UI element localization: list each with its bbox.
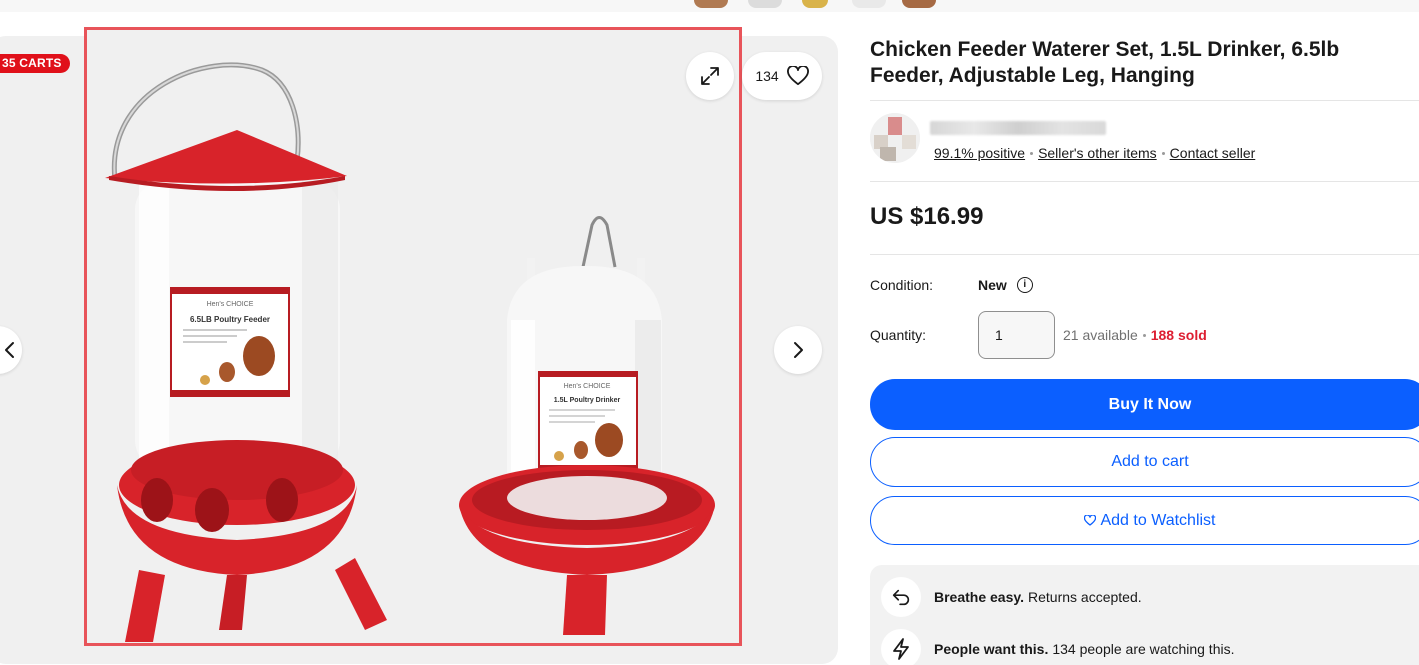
thumbnail-strip xyxy=(0,0,1419,12)
divider xyxy=(870,100,1419,101)
add-to-cart-button[interactable]: Add to cart xyxy=(870,437,1419,487)
promo-watching: People want this. 134 people are watchin… xyxy=(881,629,1234,665)
seller-avatar[interactable] xyxy=(870,113,920,163)
add-to-cart-label: Add to cart xyxy=(1111,453,1189,470)
condition-value-group: New i xyxy=(978,277,1033,293)
divider xyxy=(870,181,1419,182)
listing-page: 35 CARTS Hen's CHOICE 6.5LB Poultry Feed… xyxy=(0,0,1419,665)
main-product-image[interactable]: Hen's CHOICE 6.5LB Poultry Feeder Hen's … xyxy=(84,27,742,646)
quantity-input[interactable]: 1 xyxy=(978,311,1055,359)
heart-icon xyxy=(786,66,809,86)
drinker-label-title: 1.5L Poultry Drinker xyxy=(554,397,621,404)
promo-returns: Breathe easy. Returns accepted. xyxy=(881,577,1142,617)
promo-watching-bold: People want this. xyxy=(934,641,1049,657)
seller-name-redacted[interactable] xyxy=(930,121,1106,135)
chevron-right-icon xyxy=(794,342,803,358)
add-to-watchlist-button[interactable]: Add to Watchlist xyxy=(870,496,1419,545)
feeder-label-title: 6.5LB Poultry Feeder xyxy=(190,315,270,324)
promo-returns-bold: Breathe easy. xyxy=(934,589,1025,605)
separator-dot xyxy=(1161,151,1165,155)
watchers-pill[interactable]: 134 xyxy=(742,52,822,100)
condition-label: Condition: xyxy=(870,277,934,293)
buy-it-now-button[interactable]: Buy It Now xyxy=(870,379,1419,430)
condition-value: New xyxy=(978,277,1007,293)
available-count: 21 available xyxy=(1063,327,1138,343)
seller-feedback-link[interactable]: 99.1% positive xyxy=(934,145,1025,161)
drinker-label-brand: Hen's CHOICE xyxy=(564,383,611,390)
avatar-image xyxy=(870,113,920,163)
promo-watching-text: 134 people are watching this. xyxy=(1052,641,1235,657)
carts-badge: 35 CARTS xyxy=(0,54,70,73)
thumbnail[interactable] xyxy=(902,0,936,8)
seller-other-items-link[interactable]: Seller's other items xyxy=(1038,145,1157,161)
quantity-label: Quantity: xyxy=(870,327,927,343)
availability: 21 available 188 sold xyxy=(1063,327,1207,343)
divider xyxy=(870,254,1419,255)
thumbnail[interactable] xyxy=(694,0,728,8)
separator-dot xyxy=(1030,151,1034,155)
watch-count: 134 xyxy=(755,68,779,84)
heart-icon xyxy=(1084,515,1097,526)
separator-dot xyxy=(1142,333,1146,337)
price: US $16.99 xyxy=(870,203,984,230)
sold-count: 188 sold xyxy=(1150,327,1207,343)
next-image-button[interactable] xyxy=(774,326,822,374)
add-to-watchlist-label: Add to Watchlist xyxy=(1100,511,1216,529)
chevron-left-icon xyxy=(5,342,14,358)
lightning-icon xyxy=(881,629,921,665)
thumbnail[interactable] xyxy=(748,0,782,8)
return-arrow-icon xyxy=(881,577,921,617)
seller-links: 99.1% positive Seller's other items Cont… xyxy=(934,145,1255,161)
contact-seller-link[interactable]: Contact seller xyxy=(1170,145,1256,161)
product-photo: Hen's CHOICE 6.5LB Poultry Feeder Hen's … xyxy=(105,62,715,642)
buy-it-now-label: Buy It Now xyxy=(1108,395,1192,413)
promo-returns-text: Returns accepted. xyxy=(1028,589,1142,605)
expand-icon xyxy=(701,67,719,85)
listing-title: Chicken Feeder Waterer Set, 1.5L Drinker… xyxy=(870,38,1340,87)
thumbnail[interactable] xyxy=(802,0,828,8)
feeder-label-brand: Hen's CHOICE xyxy=(207,301,254,308)
info-icon[interactable]: i xyxy=(1016,277,1033,293)
expand-image-button[interactable] xyxy=(686,52,734,100)
thumbnail[interactable] xyxy=(852,0,886,8)
